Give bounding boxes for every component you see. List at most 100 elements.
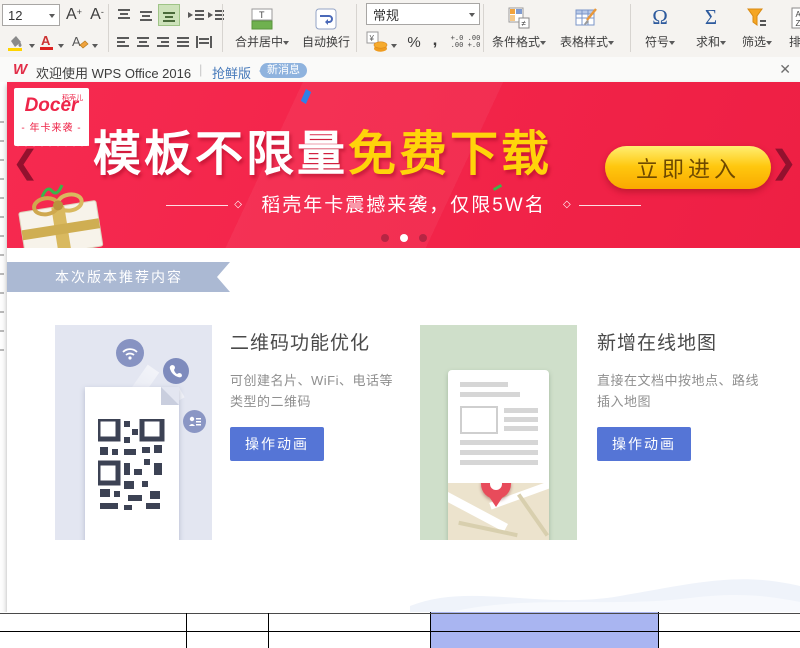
decrease-indent-button[interactable] xyxy=(186,5,206,25)
docer-cn-label: 稻壳儿 xyxy=(62,93,83,103)
justify-icon xyxy=(175,34,191,50)
svg-text:T: T xyxy=(259,10,265,20)
banner-subline: ◇ 稻壳年卡震撼来袭，仅限5W名 ◇ xyxy=(7,190,800,217)
chevron-down-icon[interactable] xyxy=(58,44,64,51)
font-size-combo[interactable]: 12 xyxy=(2,4,60,26)
character-eraser-icon: A xyxy=(71,33,89,51)
contact-card-icon xyxy=(183,410,206,433)
decrease-decimal-button[interactable]: .00+.0 xyxy=(466,33,482,51)
card-description: 直接在文档中按地点、路线插入地图 xyxy=(597,370,769,412)
sort-button[interactable]: A Z 排序 xyxy=(781,2,800,54)
number-format-combo[interactable]: 常规 xyxy=(366,3,480,25)
symbol-button[interactable]: Ω 符号 xyxy=(636,2,684,54)
card-description: 可创建名片、WiFi、电话等类型的二维码 xyxy=(230,370,402,412)
merge-center-icon: T xyxy=(250,8,274,30)
svg-text:¥: ¥ xyxy=(369,34,375,43)
filter-button[interactable]: 筛选 xyxy=(736,2,778,54)
align-center-button[interactable] xyxy=(134,32,152,52)
gridline xyxy=(186,613,187,648)
gridline xyxy=(0,613,800,614)
wrap-text-icon xyxy=(315,8,337,30)
deco-line xyxy=(166,205,228,206)
wps-welcome-screen: 12 A+ A- A A xyxy=(0,0,800,648)
increase-indent-button[interactable] xyxy=(206,5,226,25)
justify-button[interactable] xyxy=(174,32,192,52)
close-icon[interactable]: ✕ xyxy=(779,61,791,78)
chevron-down-icon xyxy=(608,41,614,48)
percent-format-button[interactable]: % xyxy=(404,32,424,52)
wrap-text-button[interactable]: 自动换行 xyxy=(299,2,353,54)
table-style-icon xyxy=(575,7,599,30)
number-format-value: 常规 xyxy=(373,5,399,24)
currency-icon: ¥ xyxy=(366,31,388,53)
promo-banner[interactable]: 稻壳儿 Docer - 年卡来袭 - ❮ ❯ 模板不限量免费下载 立即进入 ◇ … xyxy=(7,82,800,248)
fill-color-button[interactable] xyxy=(5,32,27,52)
carousel-next-button[interactable]: ❯ xyxy=(770,144,797,180)
decrease-indent-icon xyxy=(187,7,205,23)
currency-format-button[interactable]: ¥ xyxy=(366,31,388,53)
doc-line xyxy=(460,440,538,445)
chevron-down-icon[interactable] xyxy=(92,44,98,51)
map-demo-button[interactable]: 操作动画 xyxy=(597,427,691,461)
chevron-down-icon xyxy=(669,41,675,48)
doc-line xyxy=(460,382,508,387)
enter-now-button[interactable]: 立即进入 xyxy=(605,146,771,189)
page-fold xyxy=(161,387,179,405)
conditional-format-button[interactable]: ≠ 条件格式 xyxy=(488,2,550,54)
separator xyxy=(222,4,223,52)
font-size-value: 12 xyxy=(8,8,22,23)
clear-format-button[interactable]: A xyxy=(71,32,89,52)
increase-decimal-button[interactable]: +.0.00 xyxy=(449,33,465,51)
table-style-button[interactable]: 表格样式 xyxy=(554,2,620,54)
doc-line xyxy=(504,417,538,422)
new-message-badge[interactable]: 新消息 xyxy=(260,63,307,78)
wifi-icon xyxy=(116,339,144,367)
sum-button[interactable]: Σ 求和 xyxy=(688,2,734,54)
align-top-button[interactable] xyxy=(114,5,134,25)
document-page xyxy=(448,370,549,540)
font-color-button[interactable]: A xyxy=(38,32,56,52)
increase-font-button[interactable]: A+ xyxy=(62,4,86,26)
edition-link[interactable]: 抢鲜版 xyxy=(212,63,251,82)
funnel-icon xyxy=(746,7,768,30)
qr-code xyxy=(98,419,168,511)
qr-feature-illustration xyxy=(55,325,212,540)
chevron-down-icon xyxy=(766,41,772,48)
tab-title[interactable]: 欢迎使用 WPS Office 2016 xyxy=(36,63,191,82)
align-right-button[interactable] xyxy=(154,32,172,52)
qr-sheet xyxy=(85,387,179,540)
conditional-format-icon: ≠ xyxy=(508,7,530,30)
carousel-prev-button[interactable]: ❮ xyxy=(12,144,39,180)
doc-figure xyxy=(460,406,498,434)
chevron-down-icon[interactable] xyxy=(391,44,397,51)
align-middle-icon xyxy=(138,7,154,23)
chevron-down-icon[interactable] xyxy=(29,44,35,51)
svg-text:A: A xyxy=(796,10,800,19)
comma-format-button[interactable]: , xyxy=(428,30,442,50)
card-title: 新增在线地图 xyxy=(597,328,777,355)
row-marks xyxy=(0,104,4,354)
align-right-icon xyxy=(155,34,171,50)
chevron-down-icon xyxy=(540,41,546,48)
spreadsheet-grid[interactable] xyxy=(0,612,800,648)
carousel-dot[interactable] xyxy=(419,234,427,242)
map-feature-card: 新增在线地图 直接在文档中按地点、路线插入地图 操作动画 xyxy=(597,328,777,461)
qr-demo-button[interactable]: 操作动画 xyxy=(230,427,324,461)
docer-subtitle: - 年卡来袭 - xyxy=(14,119,89,134)
selected-cells[interactable] xyxy=(430,612,659,648)
banner-headline: 模板不限量免费下载 xyxy=(93,114,552,184)
ribbon-toolbar: 12 A+ A- A A xyxy=(0,0,800,58)
carousel-dots xyxy=(381,234,427,242)
align-left-button[interactable] xyxy=(114,32,132,52)
welcome-panel: 稻壳儿 Docer - 年卡来袭 - ❮ ❯ 模板不限量免费下载 立即进入 ◇ … xyxy=(7,82,800,612)
align-bottom-button[interactable] xyxy=(158,4,180,26)
carousel-dot[interactable] xyxy=(381,234,389,242)
carousel-dot-active[interactable] xyxy=(400,234,408,242)
distribute-button[interactable] xyxy=(194,32,214,52)
align-middle-button[interactable] xyxy=(136,5,156,25)
decrease-font-button[interactable]: A- xyxy=(86,4,108,26)
merge-center-button[interactable]: T 合并居中 xyxy=(228,2,296,54)
separator xyxy=(630,4,631,52)
align-bottom-icon xyxy=(161,7,177,23)
font-color-icon: A xyxy=(39,33,55,51)
